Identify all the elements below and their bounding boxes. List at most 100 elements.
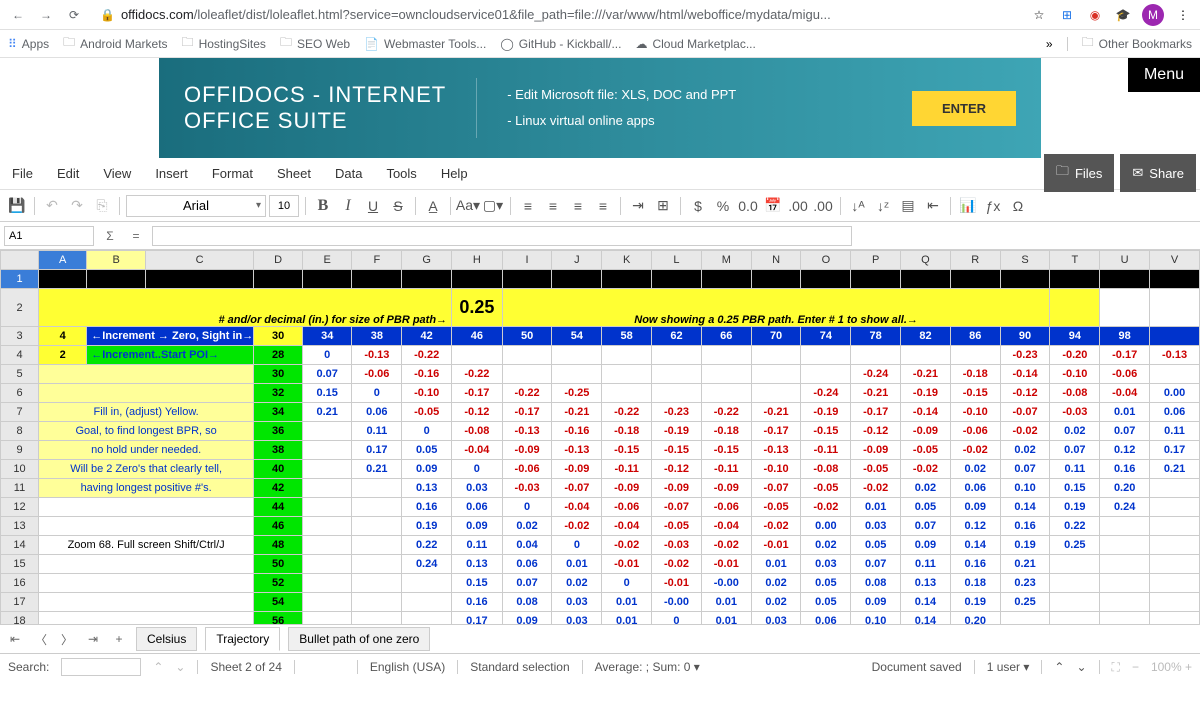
cell-r9-c2[interactable]: 0.05 <box>402 441 452 460</box>
cell-r13-c11[interactable]: 0.03 <box>851 517 901 536</box>
col-header-Q[interactable]: Q <box>901 251 951 270</box>
cell-r11-c8[interactable]: -0.09 <box>701 479 751 498</box>
cell-r12-c8[interactable]: -0.06 <box>701 498 751 517</box>
cell-r9-c14[interactable]: 0.02 <box>1000 441 1050 460</box>
cell-r3-15[interactable]: 94 <box>1050 327 1100 346</box>
cell-r10-c6[interactable]: -0.11 <box>602 460 652 479</box>
enter-button[interactable]: ENTER <box>912 91 1016 126</box>
cell-r11-c15[interactable]: 0.15 <box>1050 479 1100 498</box>
cell-desc-6[interactable] <box>39 384 254 403</box>
number-icon[interactable]: 0.0 <box>737 195 759 217</box>
cell-r16-c17[interactable] <box>1150 574 1200 593</box>
cell-r12-c17[interactable] <box>1150 498 1200 517</box>
bookmark-github[interactable]: ◯GitHub - Kickball/... <box>500 37 621 51</box>
cell-r11-c10[interactable]: -0.05 <box>801 479 851 498</box>
cell-r11-c17[interactable] <box>1150 479 1200 498</box>
profile-avatar[interactable]: M <box>1142 4 1164 26</box>
italic-button[interactable]: I <box>337 195 359 217</box>
cell-r14-c15[interactable]: 0.25 <box>1050 536 1100 555</box>
cell-r18-c16[interactable] <box>1100 612 1150 625</box>
col-header-I[interactable]: I <box>502 251 552 270</box>
cell-r17-c10[interactable]: 0.05 <box>801 593 851 612</box>
cell-r15-c10[interactable]: 0.03 <box>801 555 851 574</box>
cell-r4-c15[interactable]: -0.20 <box>1050 346 1100 365</box>
cell-r18-c0[interactable] <box>302 612 351 625</box>
cell-r3-12[interactable]: 82 <box>901 327 951 346</box>
cell-r10-c15[interactable]: 0.11 <box>1050 460 1100 479</box>
cell-r5-c16[interactable]: -0.06 <box>1100 365 1150 384</box>
cell-r14-c16[interactable] <box>1100 536 1150 555</box>
cell-r5-c12[interactable]: -0.21 <box>901 365 951 384</box>
cell-r13-c4[interactable]: 0.02 <box>502 517 552 536</box>
cell-r12-c13[interactable]: 0.09 <box>950 498 1000 517</box>
cell-r7-c13[interactable]: -0.10 <box>950 403 1000 422</box>
cell-r12-c7[interactable]: -0.07 <box>652 498 702 517</box>
cell-D7[interactable]: 34 <box>254 403 303 422</box>
cell-r15-c1[interactable] <box>352 555 402 574</box>
tab-next-icon[interactable]: 〉 <box>58 631 76 648</box>
cell-r17-c1[interactable] <box>352 593 402 612</box>
cell-r17-c16[interactable] <box>1100 593 1150 612</box>
kebab-menu-icon[interactable]: ⋮ <box>1174 6 1192 24</box>
cell-r4-c11[interactable] <box>851 346 901 365</box>
cell-r9-c17[interactable]: 0.17 <box>1150 441 1200 460</box>
dec-inc-icon[interactable]: .00 <box>787 195 809 217</box>
cell-r14-c8[interactable]: -0.02 <box>701 536 751 555</box>
cell-r4-c4[interactable] <box>502 346 552 365</box>
cell-r3-10[interactable]: 74 <box>801 327 851 346</box>
select-all[interactable] <box>1 251 39 270</box>
align-right-icon[interactable]: ≡ <box>567 195 589 217</box>
zoom-up-icon[interactable]: ⌃ <box>1054 660 1064 674</box>
cell-r4-c12[interactable] <box>901 346 951 365</box>
cell-r2-right[interactable]: Now showing a 0.25 PBR path. Enter # 1 t… <box>502 289 1050 327</box>
redo-icon[interactable]: ↷ <box>66 195 88 217</box>
cell-r6-c17[interactable]: 0.00 <box>1150 384 1200 403</box>
cell-r15-c13[interactable]: 0.16 <box>950 555 1000 574</box>
function-icon[interactable]: ƒx <box>982 195 1004 217</box>
cell-r14-c14[interactable]: 0.19 <box>1000 536 1050 555</box>
tab-add-icon[interactable]: + <box>110 632 128 646</box>
cell-r5-c2[interactable]: -0.16 <box>402 365 452 384</box>
cell-r6-c14[interactable]: -0.12 <box>1000 384 1050 403</box>
cell-r18-c4[interactable]: 0.09 <box>502 612 552 625</box>
cell-r6-c12[interactable]: -0.19 <box>901 384 951 403</box>
cell-r15-c6[interactable]: -0.01 <box>602 555 652 574</box>
cell-r16-c11[interactable]: 0.08 <box>851 574 901 593</box>
cell-r6-c4[interactable]: -0.22 <box>502 384 552 403</box>
cell-r18-c5[interactable]: 0.03 <box>552 612 602 625</box>
cell-r6-c8[interactable] <box>701 384 751 403</box>
row-header-3[interactable]: 3 <box>1 327 39 346</box>
search-next-icon[interactable]: ⌄ <box>175 660 185 674</box>
cell-r7-c16[interactable]: 0.01 <box>1100 403 1150 422</box>
back-button[interactable]: ← <box>8 5 28 25</box>
cell-r12-c9[interactable]: -0.05 <box>751 498 801 517</box>
cell-D9[interactable]: 38 <box>254 441 303 460</box>
cell-r16-c10[interactable]: 0.05 <box>801 574 851 593</box>
text-size-icon[interactable]: Aa▾ <box>457 195 479 217</box>
bookmark-apps[interactable]: ⠿Apps <box>8 37 49 51</box>
col-header-K[interactable]: K <box>602 251 652 270</box>
cell-r6-c5[interactable]: -0.25 <box>552 384 602 403</box>
cell-r13-c16[interactable] <box>1100 517 1150 536</box>
cell-r3-9[interactable]: 70 <box>751 327 801 346</box>
cell-r8-c14[interactable]: -0.02 <box>1000 422 1050 441</box>
cell-r8-c16[interactable]: 0.07 <box>1100 422 1150 441</box>
cell-r16-c14[interactable]: 0.23 <box>1000 574 1050 593</box>
cell-r16-c7[interactable]: -0.01 <box>652 574 702 593</box>
cell-r5-c17[interactable] <box>1150 365 1200 384</box>
language[interactable]: English (USA) <box>370 660 445 674</box>
cell-r18-c17[interactable] <box>1150 612 1200 625</box>
cell-r5-c7[interactable] <box>652 365 702 384</box>
cell-r8-c4[interactable]: -0.13 <box>502 422 552 441</box>
cell-r13-c6[interactable]: -0.04 <box>602 517 652 536</box>
cell-r4-c8[interactable] <box>701 346 751 365</box>
cell-r3-7[interactable]: 62 <box>652 327 702 346</box>
cell-r18-c7[interactable]: 0 <box>652 612 702 625</box>
align-left-icon[interactable]: ≡ <box>517 195 539 217</box>
cell-r3-14[interactable]: 90 <box>1000 327 1050 346</box>
ext-icon-1[interactable]: ⊞ <box>1058 6 1076 24</box>
cell-r11-c12[interactable]: 0.02 <box>901 479 951 498</box>
cell-r13-c13[interactable]: 0.12 <box>950 517 1000 536</box>
cell-r13-c12[interactable]: 0.07 <box>901 517 951 536</box>
cell-r7-c12[interactable]: -0.14 <box>901 403 951 422</box>
